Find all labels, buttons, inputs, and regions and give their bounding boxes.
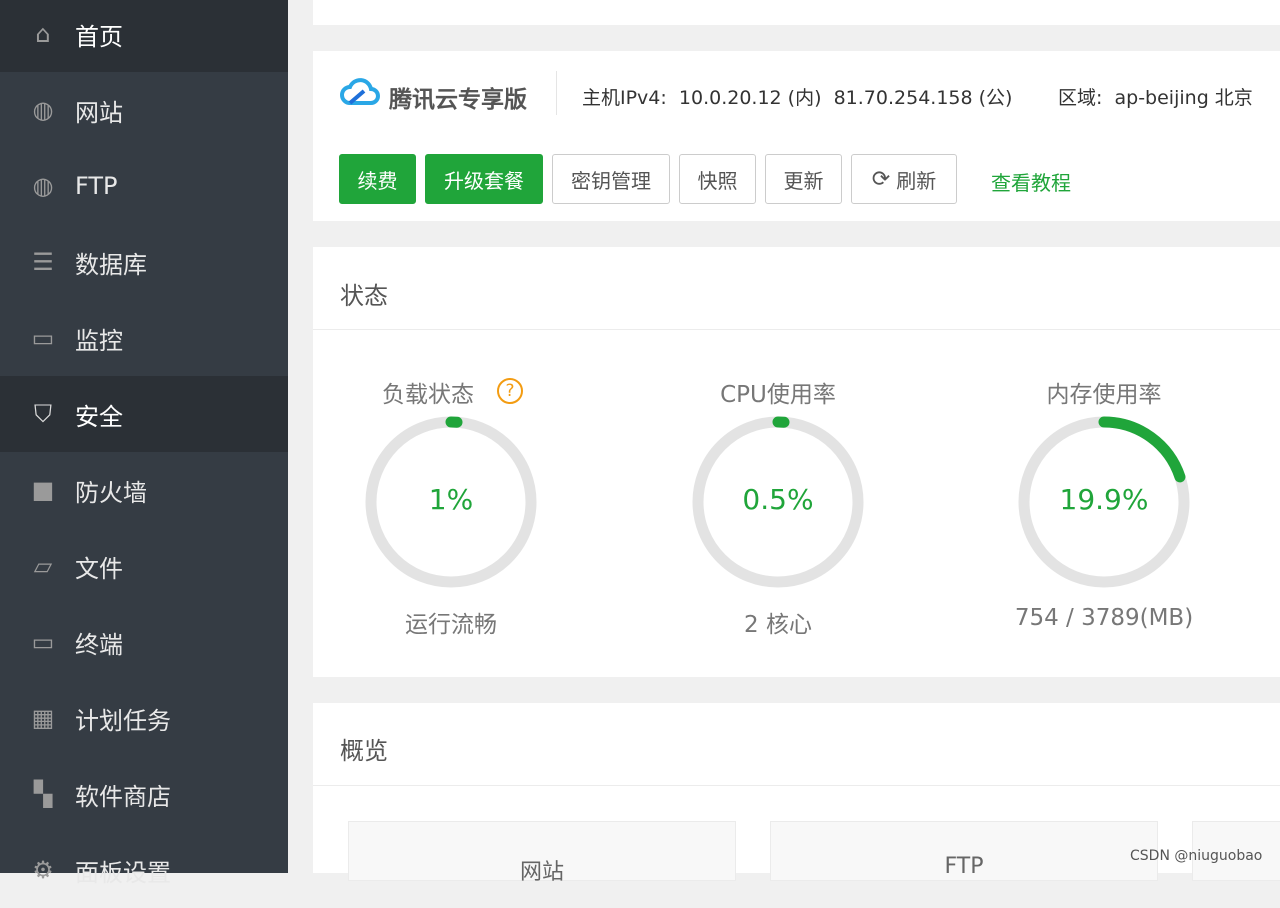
sidebar-item-label: 数据库 (75, 250, 147, 279)
firewall-icon: ■ (31, 476, 55, 504)
ip-internal: 10.0.20.12 (内) (678, 87, 822, 109)
sidebar-item[interactable]: ⚙ 面板设置 (0, 832, 288, 908)
refresh-button[interactable]: ⟳ 刷新 (851, 154, 957, 204)
renew-button[interactable]: 续费 (339, 154, 416, 204)
sidebar-item[interactable]: ◍ FTP (0, 148, 288, 224)
terminal-icon: ▭ (31, 628, 55, 656)
sidebar-item-label: 终端 (75, 630, 123, 659)
sidebar-item-label: FTP (75, 172, 118, 200)
sidebar-item[interactable]: ▚ 软件商店 (0, 756, 288, 832)
gauge-value: 19.9% (1059, 483, 1149, 516)
sidebar-item[interactable]: ▭ 监控 (0, 300, 288, 376)
sidebar-item-label: 面板设置 (75, 858, 171, 887)
region-value: ap-beijing 北京 (1114, 87, 1253, 109)
tutorial-link[interactable]: 查看教程 (991, 167, 1071, 196)
divider (313, 329, 1280, 330)
ip-public: 81.70.254.158 (公) (833, 87, 1013, 109)
snapshot-button[interactable]: 快照 (679, 154, 756, 204)
shield-icon: ⛉ (34, 400, 52, 428)
gauge-title: 内存使用率 (1046, 382, 1162, 408)
sidebar-item[interactable]: ▦ 计划任务 (0, 680, 288, 756)
key-management-button[interactable]: 密钥管理 (552, 154, 670, 204)
gauge-subtitle: 运行流畅 (405, 612, 497, 638)
overview-title: 概览 (340, 737, 388, 765)
status-title: 状态 (340, 282, 388, 310)
gauge-title: CPU使用率 (720, 382, 836, 408)
divider (556, 71, 557, 115)
sidebar-item-label: 计划任务 (75, 706, 171, 735)
gauge-value: 0.5% (742, 483, 814, 516)
sidebar-item[interactable]: ☰ 数据库 (0, 224, 288, 300)
sidebar-item-label: 首页 (75, 22, 123, 51)
upgrade-button[interactable]: 升级套餐 (425, 154, 543, 204)
gauge-subtitle: 2 核心 (744, 612, 812, 638)
refresh-icon: ⟳ (871, 166, 891, 192)
update-button[interactable]: 更新 (765, 154, 842, 204)
sidebar-item[interactable]: ■ 防火墙 (0, 452, 288, 528)
sidebar: ⌂ 首页 ◍ 网站 ◍ FTP ☰ 数据库 ▭ 监控 ⛉ 安全 ■ 防火墙 ▱ 文件 ▭ 终端 ▦ 计划任务 ▚ 软件商店… (0, 0, 288, 887)
sidebar-item[interactable]: ▱ 文件 (0, 528, 288, 604)
sidebar-item-label: 软件商店 (75, 782, 171, 811)
overview-box-ftp[interactable]: FTP (770, 821, 1158, 881)
gear-icon: ⚙ (32, 856, 54, 884)
monitor-icon: ▭ (31, 324, 55, 352)
tencent-cloud-logo-icon (340, 78, 380, 105)
gauge-subtitle: 754 / 3789(MB) (1014, 605, 1194, 631)
sidebar-item[interactable]: ◍ 网站 (0, 72, 288, 148)
gauge-value: 1% (428, 483, 474, 516)
sidebar-item[interactable]: ▭ 终端 (0, 604, 288, 680)
brand-name: 腾讯云专享版 (389, 87, 527, 113)
sidebar-item-label: 网站 (75, 98, 123, 127)
calendar-icon: ▦ (31, 704, 55, 732)
watermark: CSDN @niuguobao (1130, 848, 1263, 864)
database-icon: ☰ (32, 248, 54, 276)
sidebar-item[interactable]: ⌂ 首页 (0, 0, 288, 72)
sidebar-item-label: 防火墙 (75, 478, 147, 507)
apps-icon: ▚ (33, 780, 53, 808)
sidebar-item-label: 监控 (75, 326, 123, 355)
sidebar-item[interactable]: ⛉ 安全 (0, 376, 288, 452)
folder-icon: ▱ (33, 552, 53, 580)
region-info: 区域: ap-beijing 北京 (1058, 83, 1253, 110)
region-label: 区域: (1058, 87, 1103, 109)
top-card (313, 0, 1280, 25)
sidebar-item-label: 文件 (75, 554, 123, 583)
home-icon: ⌂ (35, 20, 51, 48)
sidebar-item-label: 安全 (75, 402, 123, 431)
ip-label: 主机IPv4: (582, 87, 667, 109)
ip-info: 主机IPv4: 10.0.20.12 (内) 81.70.254.158 (公) (582, 83, 1012, 110)
divider (313, 785, 1280, 786)
help-icon[interactable]: ? (497, 378, 523, 404)
globe-icon: ◍ (32, 96, 54, 124)
overview-box-website[interactable]: 网站 (348, 821, 736, 885)
refresh-label: 刷新 (896, 168, 937, 193)
ftp-icon: ◍ (32, 172, 54, 200)
